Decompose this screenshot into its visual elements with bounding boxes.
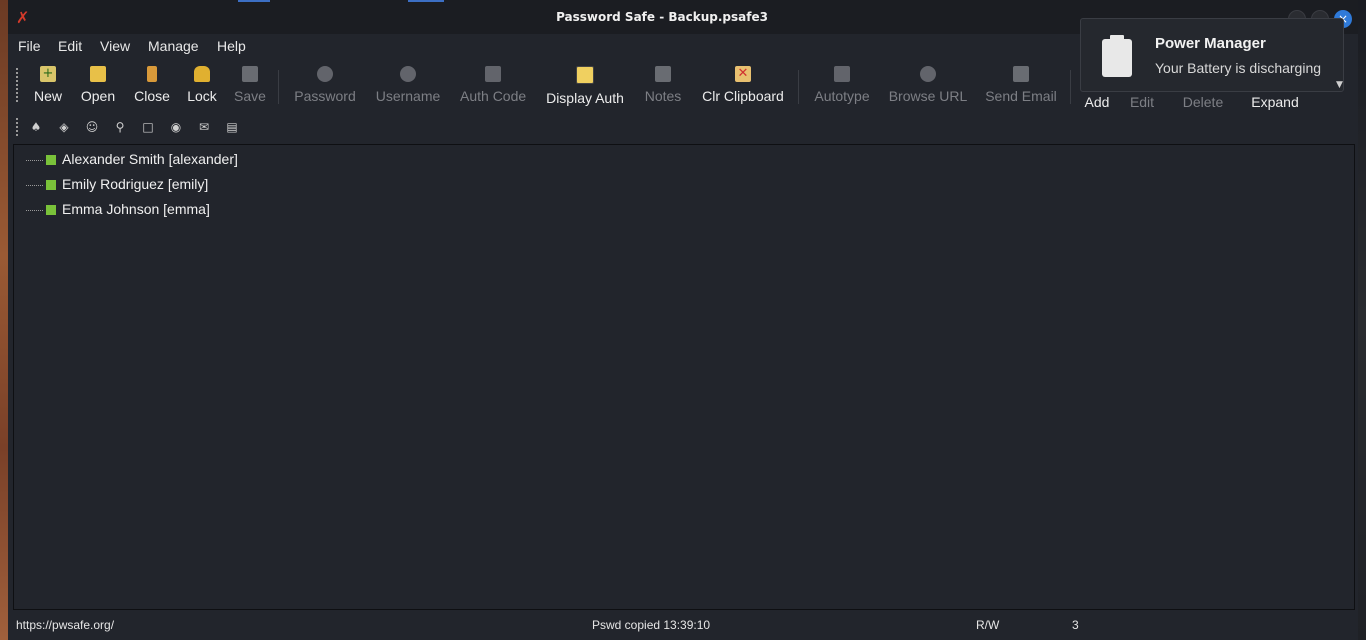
desktop-background-right (1358, 0, 1366, 640)
tree-entry[interactable]: Emma Johnson [emma] (26, 198, 210, 220)
display-auth-button[interactable]: Display Auth (544, 66, 626, 108)
entry-leaf-icon (46, 180, 56, 191)
entry-leaf-icon (46, 155, 56, 166)
close-database-icon (147, 66, 157, 82)
password-safe-window: ✗ Password Safe - Backup.psafe3 × File E… (8, 0, 1358, 640)
copy-auth-code-button[interactable]: Auth Code (460, 66, 526, 108)
notes-icon[interactable]: □ (140, 119, 156, 135)
entry-leaf-icon (46, 205, 56, 216)
clear-clipboard-button[interactable]: ✕ Clr Clipboard (700, 66, 786, 108)
battery-icon (1101, 35, 1133, 77)
status-mode: R/W (976, 618, 1000, 632)
username-user-icon (400, 66, 416, 82)
tag-icon[interactable]: ◈ (56, 119, 72, 135)
entry-label: Emily Rodriguez [emily] (62, 176, 209, 192)
lock-button[interactable]: Lock (184, 66, 220, 108)
toolbar-grip[interactable] (16, 68, 18, 104)
copy-notes-button[interactable]: Notes (644, 66, 682, 108)
user-icon[interactable]: ☺ (84, 119, 100, 135)
globe-icon (920, 66, 936, 82)
status-message: Pswd copied 13:39:10 (592, 618, 711, 632)
status-bar: https://pwsafe.org/ Pswd copied 13:39:10… (8, 612, 1358, 638)
menu-file[interactable]: File (18, 38, 41, 54)
key-icon[interactable]: ⚲ (112, 119, 128, 135)
toolbar-separator (1070, 70, 1071, 104)
desktop-background (0, 0, 8, 640)
status-url: https://pwsafe.org/ (16, 618, 115, 632)
toolbar-separator (278, 70, 279, 104)
clipboard-icon[interactable]: ▤ (224, 119, 240, 135)
send-email-button[interactable]: Send Email (984, 66, 1058, 108)
tree-entry[interactable]: Emily Rodriguez [emily] (26, 173, 208, 195)
open-button[interactable]: Open (78, 66, 118, 108)
tree-entry[interactable]: Alexander Smith [alexander] (26, 148, 238, 170)
envelope-icon (1013, 66, 1029, 82)
status-entry-count: 3 (1072, 618, 1079, 632)
menu-edit[interactable]: Edit (58, 38, 82, 54)
toolbar-grip[interactable] (16, 118, 18, 136)
copy-password-icon[interactable]: ♠ (28, 119, 44, 135)
close-button[interactable]: Close (132, 66, 172, 108)
tree-connector (26, 159, 44, 161)
entry-tree: Alexander Smith [alexander] Emily Rodrig… (13, 144, 1355, 610)
notification-body: Your Battery is discharging (1155, 60, 1322, 76)
copy-password-button[interactable]: Password (292, 66, 358, 108)
open-folder-icon (90, 66, 106, 82)
display-auth-icon (576, 66, 594, 84)
menu-help[interactable]: Help (217, 38, 246, 54)
notification-popup[interactable]: Power Manager Your Battery is dischargin… (1080, 18, 1344, 92)
globe-icon[interactable]: ◉ (168, 119, 184, 135)
notes-icon (655, 66, 671, 82)
envelope-icon[interactable]: ✉ (196, 119, 212, 135)
entry-label: Alexander Smith [alexander] (62, 151, 238, 167)
menu-view[interactable]: View (100, 38, 130, 54)
auth-code-icon (485, 66, 501, 82)
keyboard-icon (834, 66, 850, 82)
clear-clipboard-icon: ✕ (735, 66, 751, 82)
menu-manage[interactable]: Manage (148, 38, 199, 54)
save-button[interactable]: Save (232, 66, 268, 108)
secondary-toolbar: ♠ ◈ ☺ ⚲ □ ◉ ✉ ▤ (8, 114, 1358, 140)
new-button[interactable]: + New (30, 66, 66, 108)
autotype-button[interactable]: Autotype (812, 66, 872, 108)
password-key-icon (317, 66, 333, 82)
entry-label: Emma Johnson [emma] (62, 201, 210, 217)
browse-url-button[interactable]: Browse URL (888, 66, 968, 108)
lock-icon (194, 66, 210, 82)
toolbar-overflow-icon[interactable]: ▼ (1336, 80, 1343, 90)
new-database-icon: + (40, 66, 56, 82)
copy-username-button[interactable]: Username (374, 66, 442, 108)
tree-connector (26, 209, 44, 211)
notification-title: Power Manager (1155, 35, 1266, 52)
save-disk-icon (242, 66, 258, 82)
tree-connector (26, 184, 44, 186)
toolbar-separator (798, 70, 799, 104)
